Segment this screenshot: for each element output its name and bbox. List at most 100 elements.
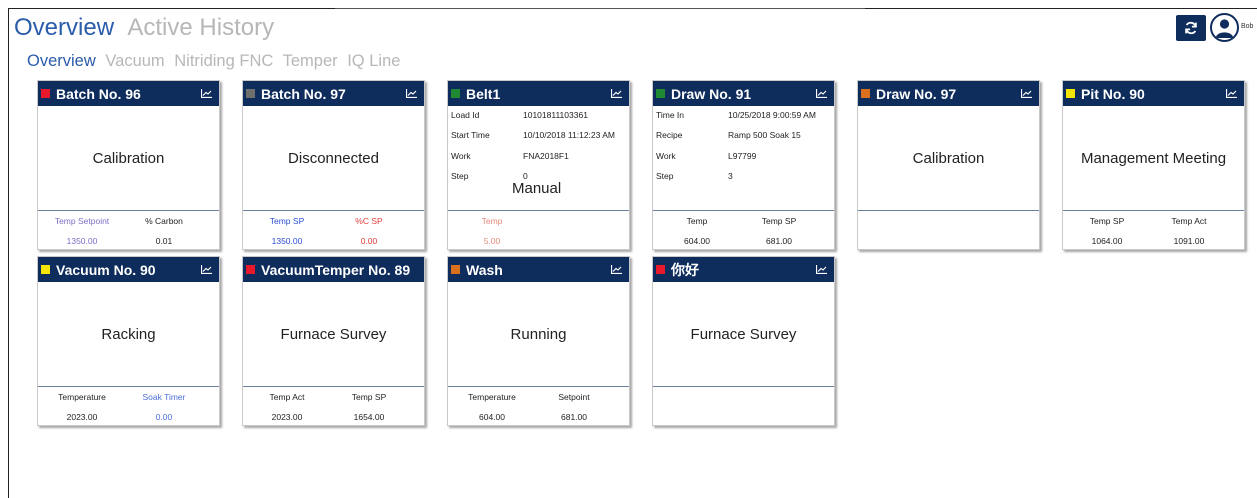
card-footer: Temp 604.00 Temp SP 681.00 (653, 211, 834, 251)
footer-label: Temp SP (761, 216, 797, 226)
refresh-icon (1185, 21, 1197, 35)
footer-value: 604.00 (684, 236, 710, 246)
refresh-button[interactable] (1176, 15, 1206, 41)
field-row: Time In 10/25/2018 9:00:59 AM (656, 110, 816, 120)
field-value: Ramp 500 Soak 15 (728, 130, 801, 140)
subtab-vacuum[interactable]: Vacuum (105, 52, 164, 70)
furnace-card[interactable]: VacuumTemper No. 89 Furnace Survey Temp … (242, 256, 425, 426)
furnace-card[interactable]: Wash Running Temperature 604.00 Setpoint… (447, 256, 630, 426)
status-indicator (451, 89, 460, 98)
footer-value: 2023.00 (66, 412, 98, 422)
furnace-card[interactable]: Draw No. 97 Calibration (857, 80, 1040, 250)
field-value: 3 (728, 171, 733, 181)
card-body: Management Meeting (1063, 106, 1244, 211)
trend-chart-icon[interactable] (201, 89, 212, 98)
footer-value: 681.00 (561, 412, 587, 422)
card-title: Vacuum No. 90 (56, 261, 156, 278)
field-key: Load Id (451, 110, 480, 120)
card-status: Running (510, 325, 567, 343)
footer-label: Setpoint (558, 392, 590, 402)
trend-chart-icon[interactable] (611, 265, 622, 274)
status-indicator (656, 265, 665, 274)
status-indicator (246, 265, 255, 274)
card-status: Furnace Survey (690, 325, 797, 343)
card-status: Calibration (912, 149, 985, 167)
field-row: Start Time 10/10/2018 11:12:23 AM (451, 130, 615, 140)
footer-label: Temp (481, 216, 503, 226)
card-status: Disconnected (288, 149, 379, 167)
subtab-temper[interactable]: Temper (283, 52, 338, 70)
subtab-overview[interactable]: Overview (27, 52, 96, 70)
furnace-card[interactable]: Batch No. 96 Calibration Temp Setpoint 1… (37, 80, 220, 250)
furnace-card[interactable]: Belt1 Load Id 10101811103361 Start Time 10… (447, 80, 630, 250)
footer-value: 1350.00 (271, 236, 303, 246)
trend-chart-icon[interactable] (201, 265, 212, 274)
field-key: Work (451, 151, 471, 161)
field-value: 10/25/2018 9:00:59 AM (728, 110, 816, 120)
footer-value: 5.00 (483, 236, 501, 246)
field-key: Work (656, 151, 676, 161)
field-row: Work L97799 (656, 151, 756, 161)
card-header: Draw No. 91 (653, 81, 834, 106)
furnace-card[interactable]: Batch No. 97 Disconnected Temp SP 1350.0… (242, 80, 425, 250)
trend-chart-icon[interactable] (1226, 89, 1237, 98)
user-name: Bob (1241, 23, 1254, 30)
card-body: Calibration (858, 106, 1039, 211)
furnace-card[interactable]: Pit No. 90 Management Meeting Temp SP 10… (1062, 80, 1245, 250)
footer-value: 1350.00 (66, 236, 98, 246)
card-title: Draw No. 97 (876, 85, 957, 102)
trend-chart-icon[interactable] (816, 89, 827, 98)
card-title: Batch No. 97 (261, 85, 346, 102)
furnace-card[interactable]: Vacuum No. 90 Racking Temperature 2023.0… (37, 256, 220, 426)
footer-value: 2023.00 (271, 412, 303, 422)
sub-tabs: Overview Vacuum Nitriding FNC Temper IQ … (27, 52, 405, 71)
card-body: Calibration (38, 106, 219, 211)
field-value: L97799 (728, 151, 757, 161)
card-title: Draw No. 91 (671, 85, 752, 102)
footer-label: Temperature (58, 392, 106, 402)
card-status: Furnace Survey (280, 325, 387, 343)
tab-active-history[interactable]: Active History (127, 14, 274, 41)
footer-label: Temperature (468, 392, 516, 402)
card-header: Batch No. 96 (38, 81, 219, 106)
footer-label: Temp SP (269, 216, 305, 226)
status-indicator (1066, 89, 1075, 98)
status-indicator (861, 89, 870, 98)
trend-chart-icon[interactable] (611, 89, 622, 98)
card-status: Racking (101, 325, 156, 343)
status-indicator (41, 265, 50, 274)
card-header: Batch No. 97 (243, 81, 424, 106)
footer-value: 0.01 (155, 236, 173, 246)
field-row: Step 3 (656, 171, 733, 181)
subtab-iq-line[interactable]: IQ Line (347, 52, 400, 70)
status-indicator (41, 89, 50, 98)
tab-overview[interactable]: Overview (14, 14, 114, 41)
footer-label: Temp SP (1089, 216, 1125, 226)
trend-chart-icon[interactable] (1021, 89, 1032, 98)
footer-value: 681.00 (766, 236, 792, 246)
card-status: Manual (512, 180, 562, 197)
footer-label: % Carbon (145, 216, 183, 226)
footer-label: Temp (686, 216, 708, 226)
card-footer (858, 211, 1039, 251)
trend-chart-icon[interactable] (816, 265, 827, 274)
footer-label: Soak Timer (142, 392, 186, 402)
user-avatar-button[interactable] (1210, 13, 1239, 42)
subtab-nitriding-fnc[interactable]: Nitriding FNC (174, 52, 273, 70)
footer-value: 1091.00 (1173, 236, 1205, 246)
field-row: Work FNA2018F1 (451, 151, 569, 161)
field-key: Step (656, 171, 674, 181)
trend-chart-icon[interactable] (406, 89, 417, 98)
card-footer: Temp Act 2023.00 Temp SP 1654.00 (243, 387, 424, 427)
footer-label: Temp SP (351, 392, 387, 402)
field-key: Start Time (451, 130, 490, 140)
card-body: Time In 10/25/2018 9:00:59 AM Recipe Ramp … (653, 106, 834, 211)
field-value: 10/10/2018 11:12:23 AM (523, 130, 616, 140)
card-footer: Temp 5.00 (448, 211, 629, 251)
furnace-card[interactable]: Draw No. 91 Time In 10/25/2018 9:00:59 AM… (652, 80, 835, 250)
furnace-card[interactable]: 你好 Furnace Survey (652, 256, 835, 426)
user-icon (1215, 19, 1234, 38)
divider (335, 8, 865, 9)
card-header: Wash (448, 257, 629, 282)
card-status: Management Meeting (1080, 149, 1227, 167)
